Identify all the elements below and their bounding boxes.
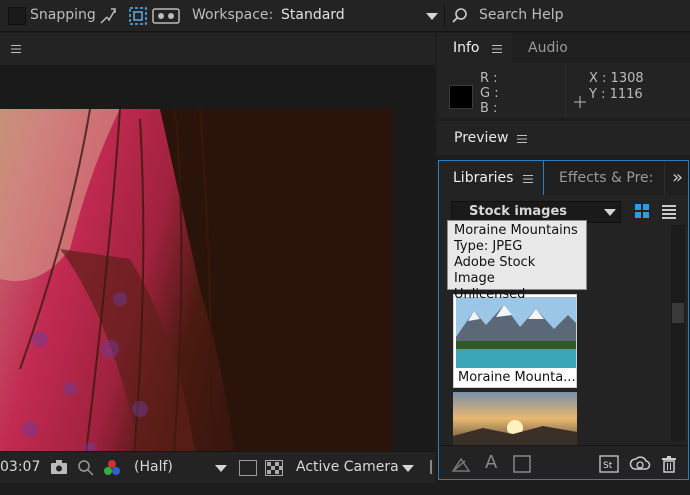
composition-viewer[interactable]: [0, 65, 435, 451]
workspace-label: Workspace:: [192, 7, 274, 23]
panel-menu-icon[interactable]: [11, 45, 21, 53]
toolbar-divider: [444, 4, 445, 28]
adobe-stock-icon[interactable]: St: [599, 455, 619, 477]
tooltip-source: Adobe Stock Image: [454, 255, 536, 286]
library-item-sunset[interactable]: [453, 392, 577, 445]
library-item-caption: Moraine Mounta...: [454, 368, 576, 387]
library-item-moraine-mountains[interactable]: Moraine Mounta...: [453, 294, 577, 388]
region-icon[interactable]: [128, 6, 148, 30]
trash-icon[interactable]: [661, 455, 677, 477]
timecode-display[interactable]: 03:07: [0, 459, 40, 475]
snapping-label: Snapping: [30, 7, 96, 23]
tab-divider: [543, 161, 544, 195]
tab-info[interactable]: Info: [437, 33, 512, 63]
libraries-panel-menu-icon[interactable]: [523, 175, 533, 183]
preview-panel-menu-icon[interactable]: [517, 135, 527, 143]
camera-chevron-down-icon[interactable]: [402, 465, 414, 472]
libraries-scrollbar[interactable]: [671, 225, 685, 441]
grid-view-icon[interactable]: [634, 203, 650, 223]
info-g-label: G :: [480, 86, 499, 101]
workspace-dropdown[interactable]: Standard: [273, 4, 443, 28]
preview-title[interactable]: Preview: [454, 130, 509, 146]
add-color-icon[interactable]: [513, 455, 531, 477]
tab-audio-label: Audio: [528, 40, 568, 56]
crosshair-icon: [574, 96, 586, 112]
camera-view-dropdown[interactable]: Active Camera: [296, 459, 399, 475]
composition-frame-image: [0, 109, 392, 451]
scrollbar-thumb[interactable]: [672, 303, 684, 323]
composition-panel-header: [0, 33, 435, 65]
workspace-value: Standard: [281, 7, 345, 23]
composition-footer: 03:07 (Half) Active Camera: [0, 451, 435, 483]
snapshot-camera-icon[interactable]: [50, 459, 68, 479]
tooltip-type: Type: JPEG: [454, 239, 523, 254]
chevron-down-icon: [426, 13, 438, 20]
info-divider: [565, 63, 566, 118]
library-source-value: Stock images: [469, 204, 568, 219]
tooltip-license: Unlicensed: [454, 287, 526, 302]
info-y-readout: Y : 1116: [589, 87, 643, 102]
resolution-dropdown[interactable]: (Half): [134, 459, 173, 475]
info-panel-body: R : G : B : X : 1308 Y : 1116: [437, 63, 690, 118]
channel-rgb-icon[interactable]: [102, 459, 122, 481]
info-b-label: B :: [480, 101, 498, 116]
creative-cloud-icon[interactable]: [629, 455, 651, 477]
libraries-panel: Libraries Effects & Pre: » Stock images: [438, 160, 689, 480]
chevron-down-icon: [604, 209, 616, 216]
info-x-readout: X : 1308: [589, 71, 644, 86]
tab-libraries-label: Libraries: [453, 170, 514, 186]
footer-more-divider: [430, 460, 432, 474]
right-panels: Info Audio R : G : B : X : 1308 Y : 1116…: [437, 33, 690, 495]
add-graphic-icon[interactable]: [451, 455, 471, 477]
preview-panel-header: Preview: [437, 121, 690, 155]
resolution-chevron-down-icon[interactable]: [215, 465, 227, 472]
tab-audio[interactable]: Audio: [512, 33, 600, 63]
add-text-icon[interactable]: A: [485, 452, 497, 473]
snapping-checkbox[interactable]: [8, 7, 26, 25]
mountain-thumbnail-image: [456, 297, 576, 369]
list-view-icon[interactable]: [661, 203, 677, 223]
libraries-footer: A St: [439, 445, 688, 479]
region-of-interest-icon[interactable]: [239, 460, 257, 476]
transparency-grid-icon[interactable]: [265, 460, 283, 480]
info-r-label: R :: [480, 71, 498, 86]
asset-tooltip: Moraine Mountains Type: JPEG Adobe Stock…: [447, 220, 587, 302]
tab-effects-presets[interactable]: Effects & Pre:: [559, 170, 653, 186]
tab-info-label: Info: [453, 40, 480, 56]
color-swatch: [449, 85, 473, 109]
search-icon[interactable]: [451, 7, 469, 29]
top-toolbar: Snapping Workspace: Standard Search Help: [0, 0, 690, 32]
info-tabbar: Info Audio: [437, 33, 690, 63]
tab-libraries[interactable]: Libraries: [439, 161, 543, 195]
svg-text:St: St: [603, 461, 613, 471]
mask-feather-icon[interactable]: [152, 7, 180, 29]
sunset-thumbnail-image: [453, 392, 577, 445]
show-snapshot-icon[interactable]: [76, 458, 96, 480]
snap-options-icon[interactable]: [98, 6, 118, 30]
info-panel-menu-icon[interactable]: [492, 45, 502, 53]
tooltip-title: Moraine Mountains: [454, 223, 578, 238]
tab-overflow-icon[interactable]: »: [672, 167, 683, 188]
search-help-input[interactable]: Search Help: [479, 7, 563, 23]
tab-overflow-divider: [664, 161, 665, 195]
